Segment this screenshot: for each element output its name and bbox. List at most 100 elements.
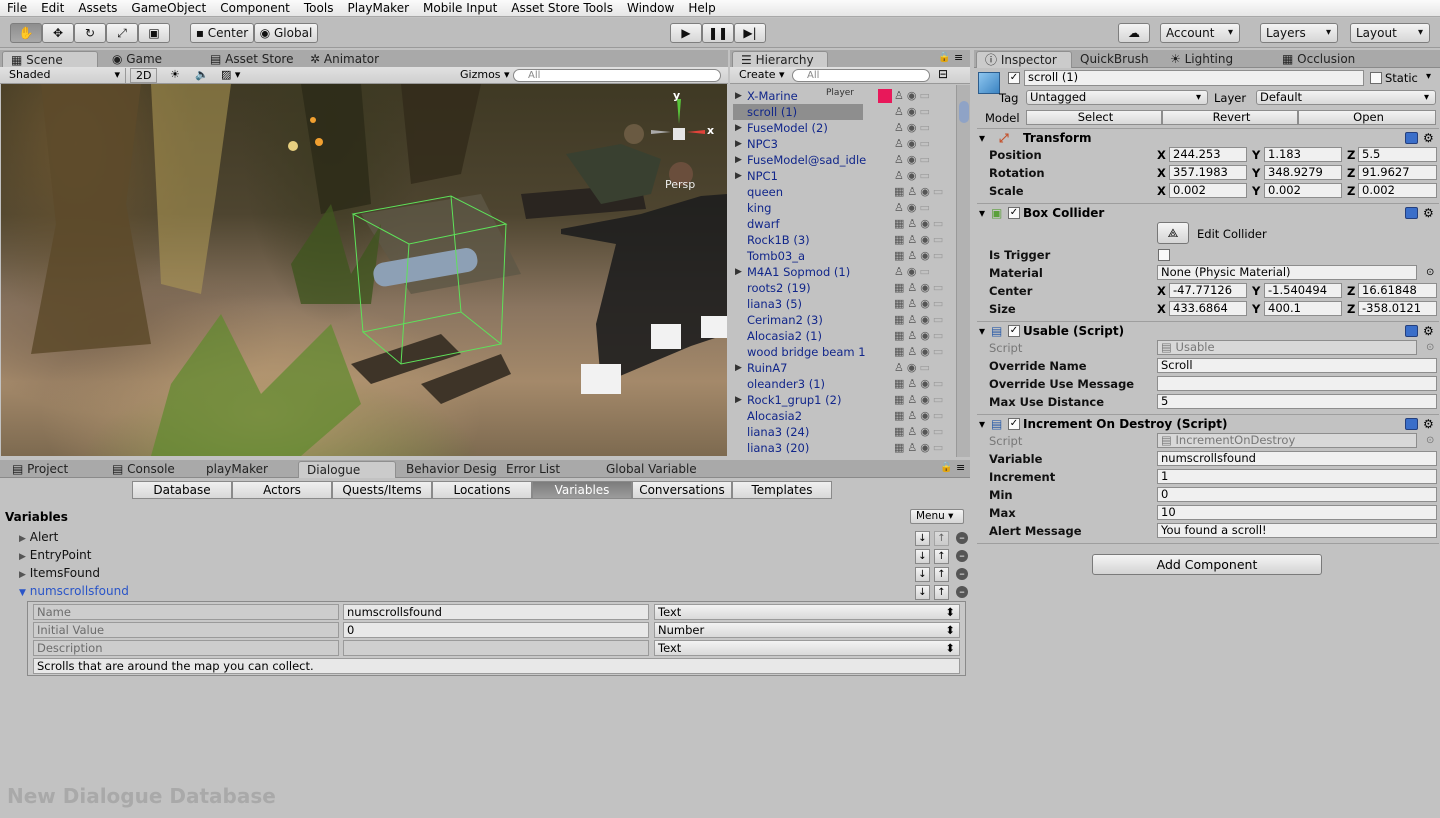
chevron-right-icon[interactable]: ▶ bbox=[19, 570, 26, 580]
box-collider-enabled-checkbox[interactable]: ✓ bbox=[1008, 207, 1020, 219]
move-down-button[interactable]: ↓ bbox=[915, 585, 930, 600]
tab-global-variables[interactable]: Global Variable bbox=[598, 461, 705, 478]
filter-icon[interactable]: ⊟ bbox=[938, 67, 948, 81]
lighting-toggle[interactable]: ☀ bbox=[165, 68, 185, 83]
material-field[interactable]: None (Physic Material) bbox=[1157, 265, 1417, 280]
menu-tools[interactable]: Tools bbox=[297, 0, 341, 16]
tab-lighting[interactable]: ☀ Lighting bbox=[1162, 51, 1241, 68]
visibility-icons[interactable]: ♙◉▭ bbox=[894, 169, 954, 182]
move-up-button[interactable]: ↑ bbox=[934, 531, 949, 546]
expand-arrow-icon[interactable]: ▶ bbox=[735, 264, 742, 280]
model-revert-button[interactable]: Revert bbox=[1162, 110, 1298, 125]
menu-help[interactable]: Help bbox=[681, 0, 722, 16]
static-checkbox[interactable] bbox=[1370, 72, 1382, 84]
step-button[interactable]: ▶| bbox=[734, 23, 766, 43]
visibility-icons[interactable]: ▦♙◉▭ bbox=[894, 281, 954, 294]
menu-assets[interactable]: Assets bbox=[71, 0, 124, 16]
x-field[interactable]: -47.77126 bbox=[1169, 283, 1247, 298]
expand-arrow-icon[interactable]: ▶ bbox=[735, 168, 742, 184]
increment-field[interactable]: 1 bbox=[1157, 469, 1437, 484]
shading-dropdown[interactable]: Shaded ▾ bbox=[4, 68, 126, 83]
help-icon[interactable] bbox=[1405, 207, 1418, 219]
y-field[interactable]: 400.1 bbox=[1264, 301, 1342, 316]
dialogue-tab[interactable]: Quests/Items bbox=[332, 481, 432, 499]
z-field[interactable]: -358.0121 bbox=[1358, 301, 1437, 316]
move-up-button[interactable]: ↑ bbox=[934, 585, 949, 600]
expand-arrow-icon[interactable]: ▶ bbox=[735, 120, 742, 136]
visibility-icons[interactable]: ▦♙◉▭ bbox=[894, 409, 954, 422]
rotate-tool-button[interactable]: ↻ bbox=[74, 23, 106, 43]
tab-animator[interactable]: ✲ Animator bbox=[302, 51, 387, 68]
visibility-icons[interactable]: ♙◉▭ bbox=[894, 153, 954, 166]
pivot-center-button[interactable]: ▪ Center bbox=[190, 23, 254, 43]
visibility-icons[interactable]: ▦♙◉▭ bbox=[894, 441, 954, 454]
max-use-distance-field[interactable]: 5 bbox=[1157, 394, 1437, 409]
tab-quickbrush[interactable]: QuickBrush bbox=[1072, 51, 1157, 68]
z-field[interactable]: 5.5 bbox=[1358, 147, 1437, 162]
hierarchy-item[interactable]: scroll (1) bbox=[733, 104, 863, 120]
layout-dropdown[interactable]: Layout bbox=[1350, 23, 1430, 43]
tab-dialogue[interactable]: Dialogue bbox=[298, 461, 396, 478]
visibility-icons[interactable]: ▦♙◉▭ bbox=[894, 249, 954, 262]
increment-enabled-checkbox[interactable]: ✓ bbox=[1008, 418, 1020, 430]
increment-on-destroy-header[interactable]: ▾ ▤ ✓ Increment On Destroy (Script) ⚙ bbox=[977, 414, 1439, 434]
layers-dropdown[interactable]: Layers bbox=[1260, 23, 1338, 43]
expand-arrow-icon[interactable]: ▶ bbox=[735, 152, 742, 168]
z-field[interactable]: 0.002 bbox=[1358, 183, 1437, 198]
visibility-icons[interactable]: ▦♙◉▭ bbox=[894, 313, 954, 326]
edit-collider-button[interactable]: ⟁ bbox=[1157, 222, 1189, 244]
z-field[interactable]: 16.61848 bbox=[1358, 283, 1437, 298]
expand-arrow-icon[interactable]: ▶ bbox=[735, 360, 742, 376]
alert-message-field[interactable]: You found a scroll! bbox=[1157, 523, 1437, 538]
override-use-message-field[interactable] bbox=[1157, 376, 1437, 391]
tab-project[interactable]: ▤ Project bbox=[4, 461, 76, 478]
rect-tool-button[interactable]: ▣ bbox=[138, 23, 170, 43]
initial-value-field[interactable]: 0 bbox=[343, 622, 649, 638]
scene-search-input[interactable]: All bbox=[513, 69, 721, 82]
dialogue-tab[interactable]: Conversations bbox=[632, 481, 732, 499]
tab-asset-store[interactable]: ▤ Asset Store bbox=[202, 51, 302, 68]
hand-tool-button[interactable]: ✋ bbox=[10, 23, 42, 43]
name-type-dropdown[interactable]: Text ⬍ bbox=[654, 604, 960, 620]
hierarchy-search-input[interactable]: All bbox=[792, 69, 930, 82]
orientation-gizmo[interactable] bbox=[651, 99, 705, 140]
tab-scene[interactable]: ▦ Scene bbox=[2, 51, 98, 68]
x-field[interactable]: 244.253 bbox=[1169, 147, 1247, 162]
chevron-right-icon[interactable]: ▶ bbox=[19, 534, 26, 544]
panel-menu-icon[interactable]: ≡ bbox=[954, 51, 963, 64]
variable-list-item[interactable]: ▶ Alert bbox=[19, 529, 58, 545]
visibility-icons[interactable]: ♙◉▭ bbox=[894, 201, 954, 214]
menu-dropdown[interactable]: Menu ▾ bbox=[910, 509, 964, 524]
tag-dropdown[interactable]: Untagged bbox=[1026, 90, 1208, 105]
visibility-icons[interactable]: ♙◉▭ bbox=[894, 265, 954, 278]
panel-menu-icon[interactable]: ≡ bbox=[956, 461, 965, 474]
expand-arrow-icon[interactable]: ▶ bbox=[735, 88, 742, 104]
initial-value-type-dropdown[interactable]: Number ⬍ bbox=[654, 622, 960, 638]
chevron-right-icon[interactable]: ▶ bbox=[19, 552, 26, 562]
scrollbar-thumb[interactable] bbox=[959, 101, 969, 123]
tab-playmaker[interactable]: playMaker bbox=[198, 461, 276, 478]
effects-dropdown[interactable]: ▨ ▾ bbox=[216, 68, 245, 83]
remove-variable-button[interactable]: – bbox=[956, 532, 968, 544]
scale-tool-button[interactable]: ⤢ bbox=[106, 23, 138, 43]
cloud-button[interactable]: ☁ bbox=[1118, 23, 1150, 43]
y-field[interactable]: 0.002 bbox=[1264, 183, 1342, 198]
audio-toggle[interactable]: 🔈 bbox=[190, 68, 214, 83]
usable-header[interactable]: ▾ ▤ ✓ Usable (Script) ⚙ bbox=[977, 321, 1439, 341]
object-picker-icon[interactable]: ⊙ bbox=[1426, 264, 1434, 282]
account-dropdown[interactable]: Account bbox=[1160, 23, 1240, 43]
lock-icon[interactable]: 🔒 bbox=[938, 52, 950, 63]
dialogue-tab[interactable]: Variables bbox=[532, 481, 632, 499]
tab-behavior-designer[interactable]: Behavior Desig bbox=[398, 461, 505, 478]
remove-variable-button[interactable]: – bbox=[956, 586, 968, 598]
visibility-icons[interactable]: ♙◉▭ bbox=[894, 361, 954, 374]
model-select-button[interactable]: Select bbox=[1026, 110, 1162, 125]
move-up-button[interactable]: ↑ bbox=[934, 549, 949, 564]
menu-asset-store-tools[interactable]: Asset Store Tools bbox=[504, 0, 620, 16]
visibility-icons[interactable]: ▦♙◉▭ bbox=[894, 233, 954, 246]
menu-file[interactable]: File bbox=[0, 0, 34, 16]
menu-window[interactable]: Window bbox=[620, 0, 681, 16]
move-down-button[interactable]: ↓ bbox=[915, 531, 930, 546]
description-field[interactable] bbox=[343, 640, 649, 656]
y-field[interactable]: -1.540494 bbox=[1264, 283, 1342, 298]
